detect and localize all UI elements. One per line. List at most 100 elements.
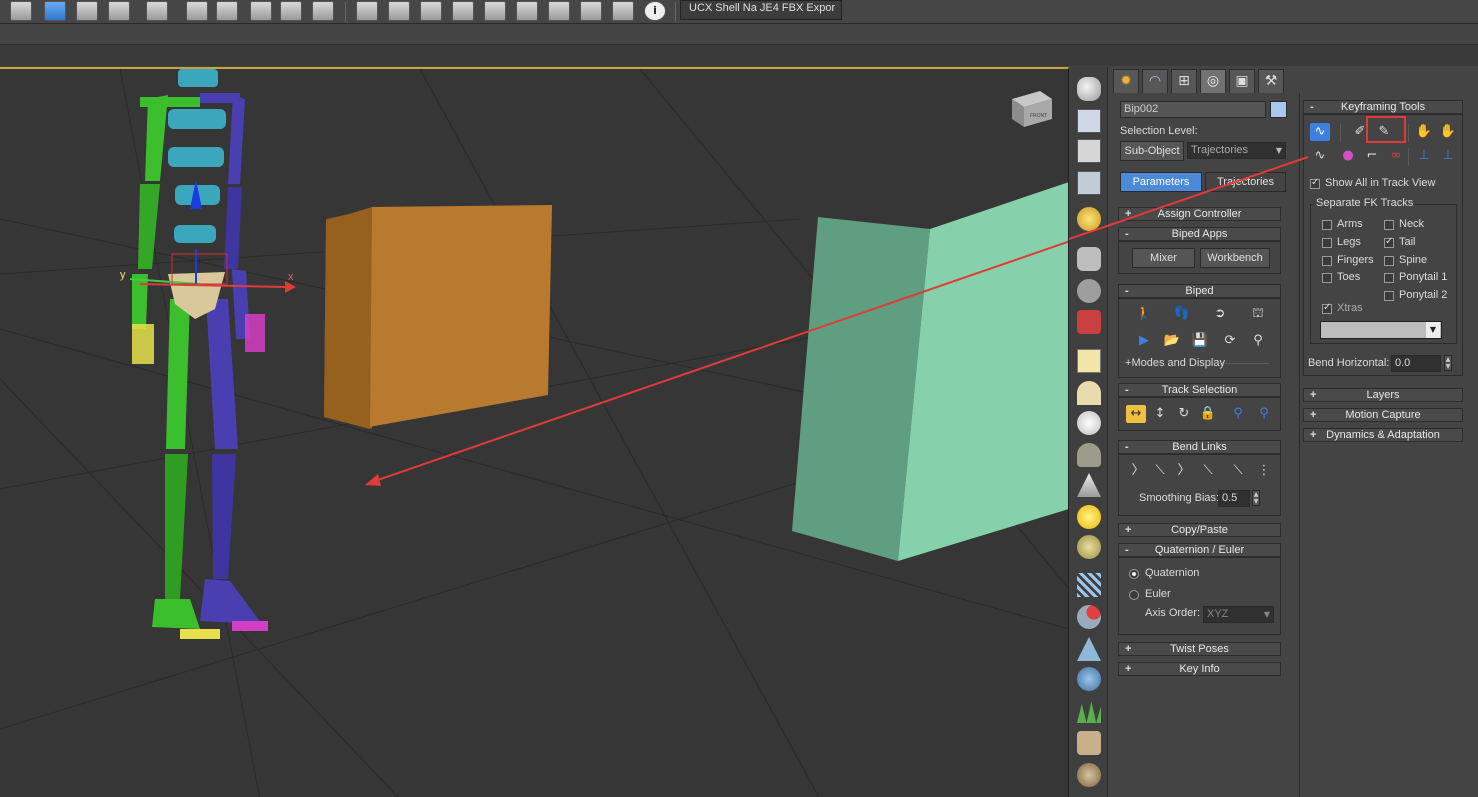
hierarchy-tab[interactable]: ⊞ [1171,69,1197,93]
helper-icon[interactable] [1077,279,1101,303]
biped-left-toes[interactable] [180,629,220,639]
quaternion-radio[interactable] [1129,569,1139,579]
sub-object-dropdown[interactable]: Trajectories ▼ [1187,142,1286,159]
layers-rollout[interactable]: + Layers [1303,388,1463,402]
bend-horizontal-spinner[interactable]: ▲ ▼ [1444,355,1452,371]
utilities-tab[interactable]: ⚒ [1258,69,1284,93]
motion-capture-rollout[interactable]: + Motion Capture [1303,408,1463,422]
anchor-left-leg-icon[interactable]: ⊥ [1438,147,1458,165]
load-file-icon[interactable]: 📂 [1162,332,1182,350]
body-vertical-icon[interactable]: ↕ [1150,405,1170,423]
twist-individual-mode-icon[interactable]: 〉 [1174,462,1194,480]
trajectories-button[interactable]: Trajectories [1205,172,1286,192]
biped-right-side[interactable] [200,93,262,624]
orange-box[interactable] [324,199,552,429]
fur-icon[interactable] [1077,763,1101,787]
save-scene-icon[interactable] [452,1,474,21]
biped-rollout[interactable]: - Biped [1118,284,1281,298]
key-info-rollout[interactable]: + Key Info [1118,662,1281,676]
plane-icon[interactable] [1077,349,1101,373]
quaternion-euler-rollout[interactable]: - Quaternion / Euler [1118,543,1281,557]
set-parents-mode-icon[interactable]: ∿ [1310,147,1330,165]
display-tab[interactable]: ▣ [1229,69,1255,93]
mirror-icon[interactable]: ✋ [1414,123,1434,141]
cone-icon[interactable] [1077,473,1101,497]
biped-right-hand[interactable] [245,314,265,352]
twist-links-mode-icon[interactable]: ⟍ [1150,462,1170,480]
disc-icon[interactable] [1077,535,1101,559]
spine-checkbox[interactable] [1384,256,1394,266]
workbench-button[interactable]: Workbench [1200,248,1270,268]
smooth-twist-mode-icon[interactable]: ⟍ [1198,462,1218,480]
teapot-icon[interactable] [1077,77,1101,101]
modify-tab[interactable]: ◠ [1142,69,1168,93]
separate-tracks-icon[interactable]: ∞ [1386,147,1406,165]
object-name-field[interactable]: Bip002 [1120,101,1266,118]
figure-mode-icon[interactable]: 🚶 [1134,305,1154,323]
sub-object-button[interactable]: Sub-Object [1120,141,1184,161]
axis-order-dropdown[interactable]: XYZ ▼ [1203,606,1274,623]
mixer-mode-icon[interactable]: ⛫ [1248,305,1268,323]
smoothing-bias-spinner[interactable]: ▲ ▼ [1252,490,1260,506]
gear-flower-icon[interactable] [1077,667,1101,691]
anchor-left-arm-icon[interactable]: ⌐ [1362,147,1382,165]
video-icon[interactable] [1077,310,1101,334]
export-selected-icon[interactable] [548,1,570,21]
camera-icon[interactable] [1077,247,1101,271]
assign-controller-rollout[interactable]: + Assign Controller [1118,207,1281,221]
smoothing-bias-field[interactable]: 0.5 [1218,490,1250,507]
scene-explorer-icon[interactable] [186,1,208,21]
viewport-canvas[interactable]: y x FRONT [0,69,1069,797]
xtras-checkbox[interactable] [1322,302,1332,314]
hair-icon[interactable] [1077,731,1101,755]
bend-horizontal-field[interactable]: 0.0 [1391,355,1441,372]
sphere-icon[interactable] [1077,411,1101,435]
manipulate-subanims-icon[interactable]: ∿ [1310,123,1330,141]
fingers-checkbox[interactable] [1322,256,1332,266]
mirror-in-place-icon[interactable]: ✋ [1438,123,1458,141]
move-all-mode-icon[interactable]: ⚲ [1248,332,1268,350]
zero-all-icon[interactable]: ⋮ [1254,462,1274,480]
create-tab[interactable]: ✹ [1113,69,1139,93]
legs-checkbox[interactable] [1322,238,1332,248]
footstep-mode-icon[interactable]: 👣 [1172,305,1192,323]
twist-poses-rollout[interactable]: + Twist Poses [1118,642,1281,656]
export-icon[interactable] [516,1,538,21]
link-icon[interactable] [420,1,442,21]
convert-icon[interactable]: ⟳ [1220,332,1240,350]
neck-checkbox[interactable] [1384,220,1394,230]
sync-icon[interactable] [612,1,634,21]
parameters-button[interactable]: Parameters [1120,172,1202,192]
perspective-viewport[interactable]: y x FRONT [0,67,1069,797]
ponytail2-checkbox[interactable] [1384,291,1394,301]
bend-links-rollout[interactable]: - Bend Links [1118,440,1281,454]
grid-icon[interactable] [1077,171,1101,195]
render-frame-icon[interactable] [280,1,302,21]
create-box-icon[interactable] [356,1,378,21]
light-icon[interactable] [1077,207,1101,231]
render-setup-icon[interactable] [1077,109,1101,133]
teapot-render-icon[interactable] [216,1,238,21]
biped-playback-icon[interactable]: ▶ [1134,332,1154,350]
biped-apps-rollout[interactable]: - Biped Apps [1118,227,1281,241]
dome-icon[interactable] [1077,381,1101,405]
geosphere-icon[interactable] [1077,443,1101,467]
lock-com-icon[interactable]: 🔒 [1198,405,1218,423]
body-horizontal-icon[interactable]: ↔ [1126,405,1146,423]
body-rotation-icon[interactable]: ↻ [1174,405,1194,423]
material-editor-icon[interactable] [250,1,272,21]
copy-paste-rollout[interactable]: + Copy/Paste [1118,523,1281,537]
motion-tab[interactable]: ◎ [1200,69,1226,93]
motion-flow-icon[interactable]: ➲ [1210,305,1230,323]
render-icon[interactable] [312,1,334,21]
opposite-icon[interactable]: ⚲ [1254,405,1274,423]
schematic-view-icon[interactable] [108,1,130,21]
mint-box[interactable] [792,182,1069,561]
save-file-icon[interactable]: 💾 [1190,332,1210,350]
foliage-icon[interactable] [1077,701,1101,723]
biped-right-toes[interactable] [232,621,268,631]
info-icon[interactable]: i [644,1,666,21]
zero-twist-icon[interactable]: ⟍ [1228,462,1248,480]
show-all-track-view-checkbox[interactable] [1310,177,1320,189]
viewport-layout-icon[interactable] [10,1,32,21]
